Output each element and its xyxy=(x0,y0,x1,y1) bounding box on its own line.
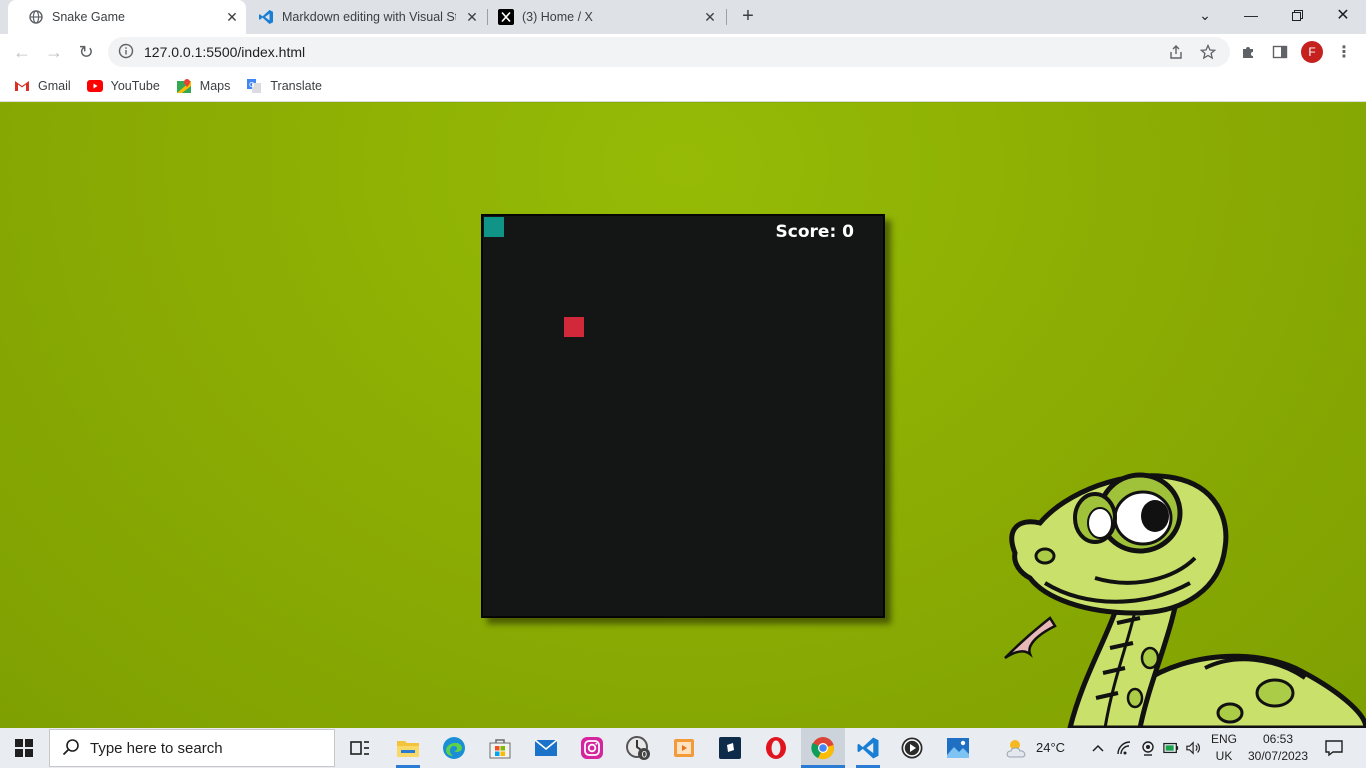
bookmark-label: YouTube xyxy=(110,78,160,93)
svg-text:G: G xyxy=(249,81,254,89)
microsoft-store-icon[interactable] xyxy=(484,732,516,764)
close-tab-icon[interactable]: ✕ xyxy=(702,9,718,25)
windows-start-icon[interactable] xyxy=(0,728,48,768)
bookmark-star-icon[interactable] xyxy=(1198,42,1218,62)
globe-icon xyxy=(28,9,44,25)
score-display: Score: 0 xyxy=(775,222,854,242)
game-page: Score: 0 xyxy=(0,103,1366,728)
chevron-up-icon[interactable] xyxy=(1090,740,1106,756)
clock-app-icon[interactable]: 0 xyxy=(622,732,654,764)
tab-title: (3) Home / X xyxy=(522,10,593,24)
maps-icon xyxy=(176,78,192,94)
snake-mascot-image xyxy=(1004,472,1366,728)
bookmarks-bar: Gmail YouTube Maps G Translate xyxy=(0,70,1366,102)
keyboard-layout: UK xyxy=(1215,749,1233,763)
site-info-icon[interactable] xyxy=(118,43,136,61)
bookmark-youtube[interactable]: YouTube xyxy=(86,78,160,94)
bookmark-maps[interactable]: Maps xyxy=(176,78,231,94)
volume-icon[interactable] xyxy=(1186,740,1202,756)
minimize-icon[interactable]: — xyxy=(1228,0,1274,30)
close-window-icon[interactable]: ✕ xyxy=(1320,0,1366,30)
vscode-icon xyxy=(258,9,274,25)
weather-temperature[interactable]: 24°C xyxy=(1036,740,1065,755)
tab-snake-game[interactable]: Snake Game ✕ xyxy=(8,0,246,34)
url-text: 127.0.0.1:5500/index.html xyxy=(144,44,306,60)
network-icon[interactable] xyxy=(1116,740,1132,756)
svg-text:0: 0 xyxy=(642,751,648,761)
clock[interactable]: 06:53 30/07/2023 xyxy=(1244,732,1312,763)
reload-icon[interactable]: ↻ xyxy=(74,40,98,64)
bookmark-translate[interactable]: G Translate xyxy=(246,78,322,94)
close-tab-icon[interactable]: ✕ xyxy=(224,9,240,25)
close-tab-icon[interactable]: ✕ xyxy=(464,9,480,25)
tab-separator xyxy=(726,9,727,25)
snake-segment xyxy=(484,217,504,237)
mail-icon[interactable] xyxy=(530,732,562,764)
tab-title: Markdown editing with Visual Stu xyxy=(282,10,456,24)
language-code: ENG xyxy=(1210,732,1237,746)
new-tab-button[interactable]: + xyxy=(738,6,758,26)
youtube-icon xyxy=(86,78,103,94)
webcam-icon[interactable] xyxy=(1140,740,1156,756)
forward-icon[interactable]: → xyxy=(42,40,66,64)
side-panel-icon[interactable] xyxy=(1270,42,1290,62)
share-icon[interactable] xyxy=(1166,42,1186,62)
task-view-icon[interactable] xyxy=(344,732,376,764)
search-placeholder: Type here to search xyxy=(90,739,223,757)
bookmark-label: Maps xyxy=(199,78,231,93)
video-player-icon[interactable] xyxy=(668,732,700,764)
food-item xyxy=(564,317,584,337)
bookmark-label: Translate xyxy=(270,78,323,93)
clock-time: 06:53 xyxy=(1262,732,1294,746)
media-player-icon[interactable] xyxy=(896,732,928,764)
gmail-icon xyxy=(14,78,30,94)
file-explorer-icon[interactable] xyxy=(392,732,424,764)
photos-icon[interactable] xyxy=(942,732,974,764)
menu-kebab-icon[interactable]: ⋮ xyxy=(1334,42,1354,62)
tab-search-chevron-icon[interactable]: ⌄ xyxy=(1182,0,1228,30)
language-indicator[interactable]: ENG UK xyxy=(1210,732,1238,763)
translate-icon: G xyxy=(246,78,262,94)
tab-strip: Snake Game ✕ Markdown editing with Visua… xyxy=(0,0,1366,34)
tab-markdown-editing[interactable]: Markdown editing with Visual Stu ✕ xyxy=(246,0,486,34)
tab-home-x[interactable]: (3) Home / X ✕ xyxy=(488,0,724,34)
dark-app-icon[interactable] xyxy=(714,732,746,764)
search-icon xyxy=(62,738,82,758)
tab-title: Snake Game xyxy=(52,10,125,24)
opera-icon[interactable] xyxy=(760,732,792,764)
weather-icon[interactable] xyxy=(1002,732,1034,764)
game-board[interactable]: Score: 0 xyxy=(481,214,885,618)
clock-date: 30/07/2023 xyxy=(1247,749,1309,763)
back-icon[interactable]: ← xyxy=(10,40,34,64)
bookmark-gmail[interactable]: Gmail xyxy=(14,78,71,94)
restore-icon[interactable] xyxy=(1274,0,1320,30)
chrome-icon[interactable] xyxy=(807,732,839,764)
bookmark-label: Gmail xyxy=(38,78,71,93)
address-bar[interactable]: 127.0.0.1:5500/index.html xyxy=(108,37,1230,67)
edge-icon[interactable] xyxy=(438,732,470,764)
browser-toolbar: ← → ↻ 127.0.0.1:5500/index.html F ⋮ xyxy=(0,34,1366,70)
taskbar-search-input[interactable]: Type here to search xyxy=(49,729,335,767)
x-logo-icon xyxy=(498,9,514,25)
instagram-icon[interactable] xyxy=(576,732,608,764)
vscode-taskbar-icon[interactable] xyxy=(852,732,884,764)
extensions-icon[interactable] xyxy=(1238,42,1258,62)
notifications-icon[interactable] xyxy=(1324,738,1344,758)
profile-avatar[interactable]: F xyxy=(1301,41,1323,63)
battery-icon[interactable] xyxy=(1163,740,1179,756)
windows-taskbar: Type here to search 0 24°C ENG UK 06:53 … xyxy=(0,728,1366,768)
